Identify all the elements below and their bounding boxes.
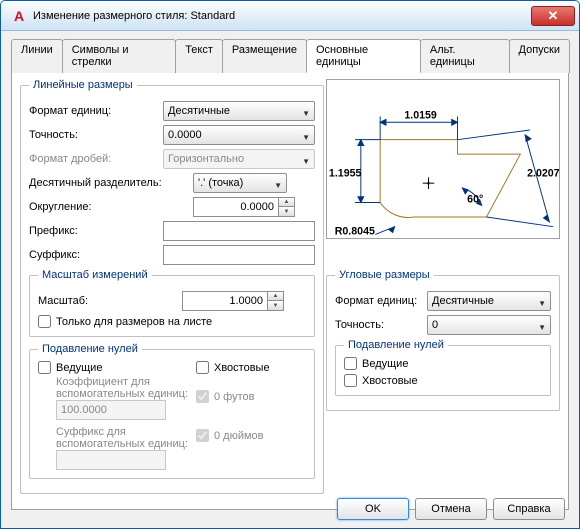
inches-checkbox: 0 дюймов	[196, 429, 296, 442]
tab-primary-units[interactable]: Основные единицы	[306, 39, 421, 73]
svg-text:1.0159: 1.0159	[404, 109, 437, 121]
unit-format-select[interactable]: Десятичные	[163, 101, 315, 121]
subunit-suffix-input	[56, 450, 166, 470]
ang-trailing-checkbox[interactable]: Хвостовые	[344, 374, 542, 387]
precision-label: Точность:	[29, 129, 159, 141]
separator-label: Десятичный разделитель:	[29, 177, 189, 189]
tab-lines[interactable]: Линии	[11, 39, 63, 73]
angular-legend: Угловые размеры	[335, 269, 434, 281]
prefix-input[interactable]	[163, 221, 315, 241]
subunit-suffix-label: Суффикс для вспомогательных единиц:	[56, 426, 188, 450]
round-label: Округление:	[29, 201, 189, 213]
spin-down-icon[interactable]: ▼	[279, 207, 294, 216]
spin-up-icon[interactable]: ▲	[268, 292, 283, 301]
tab-strip: Линии Символы и стрелки Текст Размещение…	[11, 39, 569, 73]
suffix-label: Суффикс:	[29, 249, 159, 261]
spin-down-icon[interactable]: ▼	[268, 301, 283, 310]
layout-only-checkbox[interactable]: Только для размеров на листе	[38, 315, 306, 328]
ang-zero-group: Подавление нулей Ведущие Хвостовые	[335, 339, 551, 396]
svg-text:R0.8045: R0.8045	[335, 225, 375, 237]
app-icon: A	[11, 8, 27, 24]
fraction-label: Формат дробей:	[29, 153, 159, 165]
scale-spinner[interactable]: 1.0000▲▼	[182, 291, 284, 311]
angular-group: Угловые размеры Формат единиц: Десятичные…	[326, 269, 560, 411]
unit-format-label: Формат единиц:	[29, 105, 159, 117]
linear-group: Линейные размеры Формат единиц: Десятичны…	[20, 79, 324, 494]
tab-tolerances[interactable]: Допуски	[509, 39, 570, 73]
separator-select[interactable]: '.' (точка)	[193, 173, 287, 193]
svg-text:2.0207: 2.0207	[527, 167, 559, 179]
ang-leading-checkbox[interactable]: Ведущие	[344, 357, 542, 370]
ang-precision-label: Точность:	[335, 319, 423, 331]
leading-checkbox[interactable]: Ведущие	[38, 361, 188, 374]
spin-up-icon[interactable]: ▲	[279, 198, 294, 207]
tab-fit[interactable]: Размещение	[222, 39, 307, 73]
dimension-preview: 1.0159 1.1955 2.0207 60° R0.8045	[326, 79, 560, 239]
ang-zero-legend: Подавление нулей	[344, 339, 448, 351]
subunit-factor-label: Коэффициент для вспомогательных единиц:	[56, 376, 188, 400]
svg-text:1.1955: 1.1955	[329, 167, 362, 179]
fraction-select: Горизонтально	[163, 149, 315, 169]
ok-button[interactable]: OK	[337, 498, 409, 520]
zero-suppress-group: Подавление нулей Ведущие Коэффициент для…	[29, 343, 315, 479]
ang-format-select[interactable]: Десятичные градусы	[427, 291, 551, 311]
svg-text:60°: 60°	[467, 194, 483, 206]
titlebar: A Изменение размерного стиля: Standard ✕	[1, 1, 579, 31]
ang-format-label: Формат единиц:	[335, 295, 423, 307]
window-title: Изменение размерного стиля: Standard	[33, 10, 531, 22]
scale-legend: Масштаб измерений	[38, 269, 152, 281]
feet-checkbox: 0 футов	[196, 390, 296, 403]
ang-precision-select[interactable]: 0	[427, 315, 551, 335]
close-button[interactable]: ✕	[531, 6, 575, 26]
subunit-factor-input	[56, 400, 166, 420]
tab-symbols[interactable]: Символы и стрелки	[62, 39, 176, 73]
prefix-label: Префикс:	[29, 225, 159, 237]
linear-legend: Линейные размеры	[29, 79, 137, 91]
cancel-button[interactable]: Отмена	[415, 498, 487, 520]
tab-text[interactable]: Текст	[175, 39, 223, 73]
zero-legend: Подавление нулей	[38, 343, 142, 355]
precision-select[interactable]: 0.0000	[163, 125, 315, 145]
scale-label: Масштаб:	[38, 295, 178, 307]
scale-group: Масштаб измерений Масштаб: 1.0000▲▼ Толь…	[29, 269, 315, 337]
help-button[interactable]: Справка	[493, 498, 565, 520]
round-spinner[interactable]: 0.0000▲▼	[193, 197, 295, 217]
trailing-checkbox[interactable]: Хвостовые	[196, 361, 296, 374]
suffix-input[interactable]	[163, 245, 315, 265]
tab-alt-units[interactable]: Альт. единицы	[420, 39, 510, 73]
